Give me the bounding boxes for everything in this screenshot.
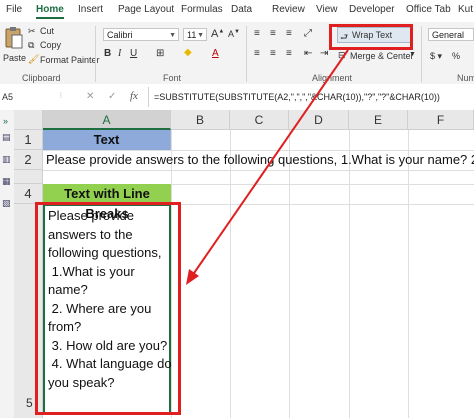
arrow-line <box>191 49 349 277</box>
arrow-head <box>186 269 199 285</box>
annotation-arrow <box>186 49 349 285</box>
